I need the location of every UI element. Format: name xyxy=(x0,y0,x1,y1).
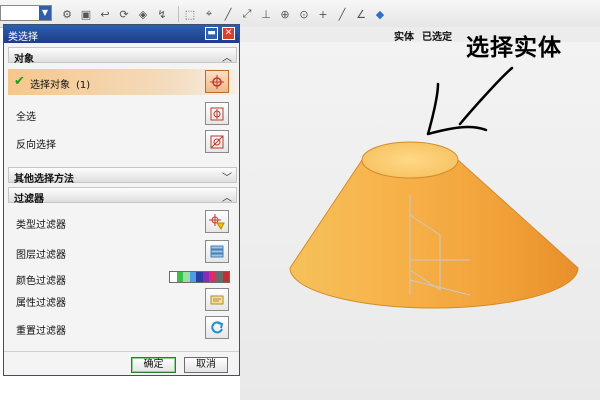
class-selection-dialog: 类选择 ▬ ✕ 对象 ︿ ✔ 选择对象 (1) 全选 反向选择 其他选择方法 ﹀ … xyxy=(3,24,240,376)
toolbar-icons: ⚙ ▣ ↩ ⟳ ◈ ↯ ⬚ ⌖ ╱ ⤢ ⊥ ⊕ ⊙ + ╱ ∠ ◆ xyxy=(60,4,392,24)
section-object[interactable]: 对象 ︿ xyxy=(8,47,237,65)
invert-selection-row[interactable]: 反向选择 xyxy=(8,129,237,155)
lower-left-area xyxy=(0,376,240,400)
symbol-icon[interactable]: ↯ xyxy=(155,7,169,21)
layer-filter-row[interactable]: 图层过滤器 xyxy=(8,239,237,265)
attribute-filter-label: 属性过滤器 xyxy=(16,298,66,309)
settings-icon[interactable]: ⚙ xyxy=(60,7,74,21)
invert-selection-label: 反向选择 xyxy=(16,140,56,151)
section-other-methods-title: 其他选择方法 xyxy=(14,174,74,185)
rotate-icon[interactable]: ⟳ xyxy=(117,7,131,21)
chevron-down-icon[interactable]: ▼ xyxy=(39,6,51,20)
circle-center-icon[interactable]: ⊙ xyxy=(297,7,311,21)
section-object-title: 对象 xyxy=(14,54,34,65)
plus-icon[interactable]: + xyxy=(316,7,330,21)
reset-filter-label: 重置过滤器 xyxy=(16,326,66,337)
crosshair-icon xyxy=(210,74,224,89)
ok-button[interactable]: 确定 xyxy=(131,357,176,373)
graphics-viewport[interactable] xyxy=(240,42,600,400)
select-all-icon xyxy=(210,107,224,120)
layer-filter-label: 图层过滤器 xyxy=(16,250,66,261)
close-icon[interactable]: ✕ xyxy=(222,27,235,40)
section-other-methods[interactable]: 其他选择方法 ﹀ xyxy=(8,167,237,185)
marquee-select-icon[interactable]: ⬚ xyxy=(183,7,197,21)
annotation-text: 选择实体 xyxy=(466,34,562,61)
select-object-label: 选择对象 xyxy=(30,80,70,91)
select-all-label: 全选 xyxy=(16,112,36,123)
type-filter-row[interactable]: 类型过滤器 xyxy=(8,209,237,235)
dialog-footer: 确定 取消 xyxy=(4,351,239,376)
attribute-filter-button[interactable] xyxy=(205,288,229,311)
toolbar-divider xyxy=(178,6,179,22)
snap-end-icon[interactable]: ⤢ xyxy=(240,7,254,21)
reset-filter-row[interactable]: 重置过滤器 xyxy=(8,315,237,341)
dialog-title: 类选择 xyxy=(8,32,38,43)
select-object-button[interactable] xyxy=(205,70,229,93)
target-icon[interactable]: ⊕ xyxy=(278,7,292,21)
line-icon[interactable]: ╱ xyxy=(221,7,235,21)
attribute-icon xyxy=(210,295,224,304)
dialog-title-bar[interactable]: 类选择 ▬ ✕ xyxy=(4,25,239,43)
select-object-row[interactable]: ✔ 选择对象 (1) xyxy=(8,69,237,95)
snap-point-icon[interactable]: ⌖ xyxy=(202,7,216,21)
layers-icon xyxy=(210,245,224,257)
select-all-row[interactable]: 全选 xyxy=(8,101,237,127)
color-filter-label: 颜色过滤器 xyxy=(16,276,66,287)
status-solid-label: 实体 xyxy=(394,32,414,43)
type-filter-button[interactable] xyxy=(205,210,229,233)
invert-selection-icon xyxy=(210,135,224,148)
invert-selection-button[interactable] xyxy=(205,130,229,153)
check-icon: ✔ xyxy=(14,74,25,89)
undo-icon[interactable]: ↩ xyxy=(98,7,112,21)
cancel-button[interactable]: 取消 xyxy=(184,357,228,373)
select-all-button[interactable] xyxy=(205,102,229,125)
box-icon[interactable]: ◈ xyxy=(136,7,150,21)
chevron-up-icon[interactable]: ︿ xyxy=(222,189,232,204)
color-filter-swatch[interactable] xyxy=(169,271,230,283)
select-mode-icon[interactable]: ▣ xyxy=(79,7,93,21)
reset-icon xyxy=(211,320,224,333)
section-filter[interactable]: 过滤器 ︿ xyxy=(8,187,237,205)
chevron-down-icon[interactable]: ﹀ xyxy=(222,169,232,184)
reset-filter-button[interactable] xyxy=(205,316,229,339)
type-filter-icon xyxy=(209,213,225,230)
minimize-icon[interactable]: ▬ xyxy=(205,27,218,40)
attribute-filter-row[interactable]: 属性过滤器 xyxy=(8,287,237,313)
chevron-up-icon[interactable]: ︿ xyxy=(222,49,232,64)
section-filter-title: 过滤器 xyxy=(14,194,44,205)
slash-icon[interactable]: ╱ xyxy=(335,7,349,21)
selection-count: (1) xyxy=(76,80,91,91)
cube-view-icon[interactable]: ◆ xyxy=(373,7,387,21)
angle-icon[interactable]: ∠ xyxy=(354,7,368,21)
layer-filter-button[interactable] xyxy=(205,240,229,263)
selection-filter-dropdown[interactable]: ▼ xyxy=(0,5,52,21)
status-selected-label: 已选定 xyxy=(422,32,452,43)
perpendicular-icon[interactable]: ⊥ xyxy=(259,7,273,21)
type-filter-label: 类型过滤器 xyxy=(16,220,66,231)
